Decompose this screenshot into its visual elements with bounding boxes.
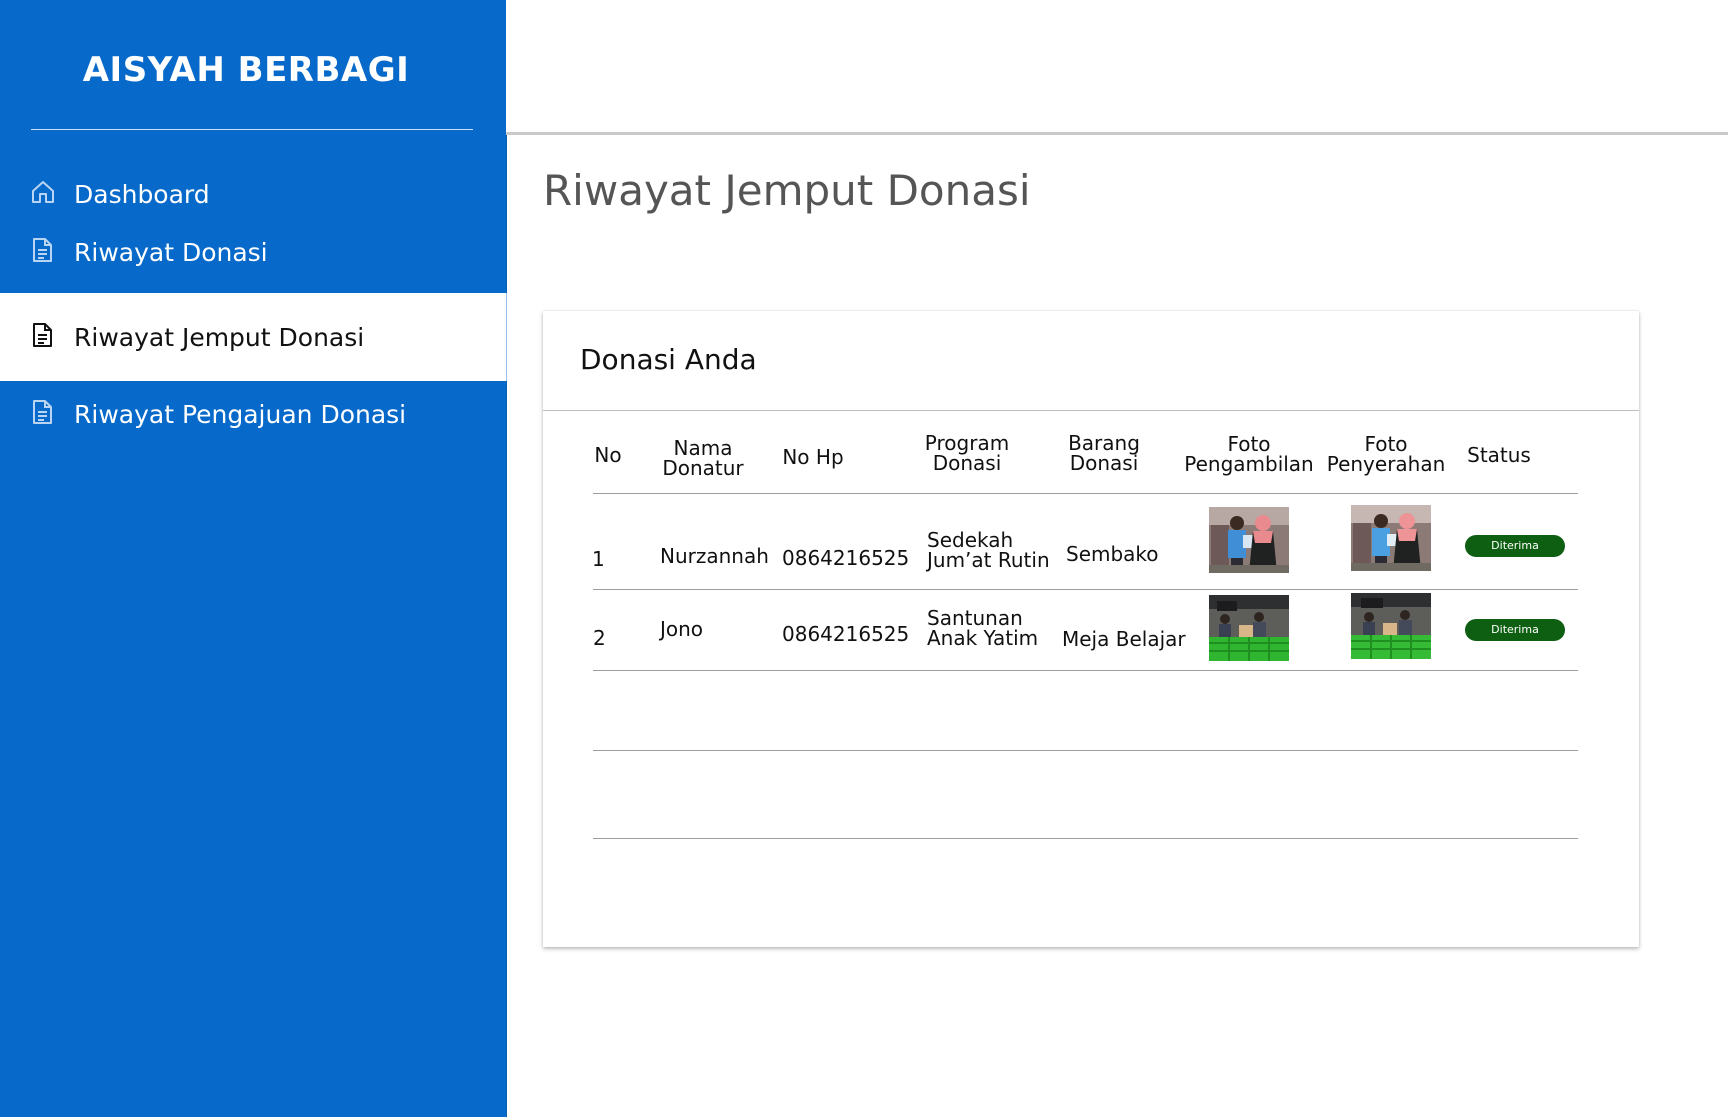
card-title: Donasi Anda	[580, 343, 757, 376]
divider	[543, 410, 1639, 411]
brand-title: AISYAH BERBAGI	[82, 50, 410, 90]
sidebar-item-label: Riwayat Jemput Donasi	[74, 322, 365, 352]
cell-program: Sedekah Jum’at Rutin	[927, 530, 1050, 570]
cell-program: Santunan Anak Yatim	[927, 608, 1038, 648]
column-header-label: Donasi	[1069, 451, 1139, 475]
sidebar-item-riwayat-jemput-donasi[interactable]: Riwayat Jemput Donasi	[0, 293, 507, 381]
column-header-label: No	[594, 443, 622, 467]
cell-nama: Nurzannah	[660, 544, 769, 568]
sidebar-item-label: Dashboard	[74, 179, 210, 209]
row-divider	[593, 670, 1578, 671]
column-header-label: Foto	[1364, 432, 1408, 456]
sidebar-item-label: Riwayat Pengajuan Donasi	[74, 399, 407, 429]
status-badge: Diterima	[1465, 535, 1565, 557]
column-header-label: No Hp	[782, 445, 844, 469]
row-divider	[593, 750, 1578, 751]
sidebar-item-riwayat-donasi[interactable]: Riwayat Donasi	[0, 234, 506, 270]
column-header-label: Foto	[1227, 432, 1271, 456]
cell-program-line: Santunan	[927, 606, 1023, 630]
sidebar-item-label: Riwayat Donasi	[74, 237, 268, 267]
row-divider	[593, 838, 1578, 839]
cell-hp: 0864216525	[782, 622, 910, 646]
column-header-label: Donasi	[932, 451, 1002, 475]
column-header-label: Penyerahan	[1326, 452, 1446, 476]
photo-penyerahan[interactable]	[1351, 505, 1431, 571]
donation-card: Donasi Anda No Nama Donatur No Hp Progra…	[543, 311, 1639, 947]
column-header-program-donasi: Program Donasi	[917, 433, 1017, 473]
sidebar-item-riwayat-pengajuan-donasi[interactable]: Riwayat Pengajuan Donasi	[0, 396, 506, 432]
sidebar-item-dashboard[interactable]: Dashboard	[0, 176, 506, 212]
column-header-label: Program	[924, 431, 1010, 455]
column-header-barang-donasi: Barang Donasi	[1059, 433, 1149, 473]
document-icon	[30, 399, 60, 429]
column-header-status: Status	[1459, 445, 1539, 465]
page-title: Riwayat Jemput Donasi	[543, 166, 1031, 215]
cell-program-line: Jum’at Rutin	[927, 548, 1050, 572]
document-icon	[30, 237, 60, 267]
column-header-label: Pengambilan	[1184, 452, 1314, 476]
column-header-label: Status	[1467, 443, 1531, 467]
column-header-label: Barang	[1068, 431, 1140, 455]
column-header-no-hp: No Hp	[763, 447, 863, 467]
cell-no: 1	[592, 547, 605, 571]
top-bar	[506, 0, 1728, 135]
column-header-label: Nama	[673, 436, 733, 460]
cell-no: 2	[593, 626, 606, 650]
row-divider	[593, 589, 1578, 590]
status-badge: Diterima	[1465, 619, 1565, 641]
sidebar: AISYAH BERBAGI Dashboard Riwayat Donasi	[0, 0, 507, 1117]
column-header-foto-pengambilan: Foto Pengambilan	[1176, 434, 1322, 474]
cell-barang: Sembako	[1066, 542, 1159, 566]
column-header-label: Donatur	[662, 456, 744, 480]
column-header-no: No	[588, 445, 628, 465]
photo-penyerahan[interactable]	[1351, 593, 1431, 659]
column-header-nama-donatur: Nama Donatur	[653, 438, 753, 478]
home-icon	[30, 179, 60, 209]
row-divider	[593, 493, 1578, 494]
cell-nama: Jono	[660, 617, 704, 641]
brand-divider	[31, 129, 473, 130]
column-header-foto-penyerahan: Foto Penyerahan	[1323, 434, 1449, 474]
photo-pengambilan[interactable]	[1209, 595, 1289, 661]
cell-hp: 0864216525	[782, 546, 910, 570]
photo-pengambilan[interactable]	[1209, 507, 1289, 573]
cell-barang: Meja Belajar	[1062, 627, 1186, 651]
cell-program-line: Anak Yatim	[927, 626, 1039, 650]
document-icon	[30, 322, 60, 352]
cell-program-line: Sedekah	[927, 528, 1014, 552]
